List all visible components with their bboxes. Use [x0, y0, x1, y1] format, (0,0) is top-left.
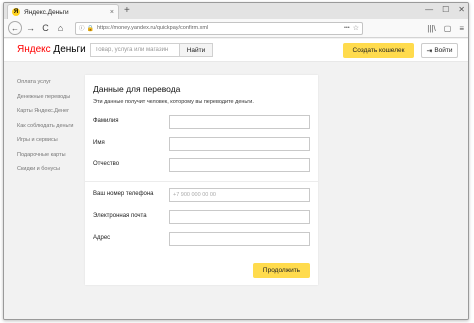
- search-button[interactable]: Найти: [179, 44, 212, 56]
- first-name-label: Имя: [93, 140, 105, 146]
- tab-close-icon[interactable]: ×: [110, 9, 114, 16]
- sidebar-icon[interactable]: ▢: [444, 24, 452, 33]
- create-wallet-button[interactable]: Создать кошелек: [343, 43, 414, 58]
- library-icon[interactable]: |||\: [427, 24, 435, 33]
- email-field[interactable]: [169, 210, 310, 224]
- last-name-row: Фамилия: [93, 115, 310, 129]
- address-row: Адрес: [93, 232, 310, 246]
- menu-icon[interactable]: ≡: [459, 24, 464, 33]
- login-label: Войти: [434, 47, 453, 54]
- page-content: Яндекс Деньги Найти Создать кошелек ⇥ Во…: [4, 39, 468, 319]
- login-icon: ⇥: [426, 47, 433, 55]
- login-button[interactable]: ⇥ Войти: [421, 43, 458, 58]
- continue-button[interactable]: Продолжить: [253, 263, 310, 278]
- first-name-row: Имя: [93, 137, 310, 151]
- new-tab-button[interactable]: +: [124, 4, 130, 18]
- url-text[interactable]: https://money.yandex.ru/quickpay/confirm…: [97, 25, 341, 31]
- form-subtitle: Эти данные получит человек, которому вы …: [93, 99, 254, 105]
- patronymic-label: Отчество: [93, 161, 120, 167]
- sidebar-item-discounts[interactable]: Скидки и бонусы: [17, 162, 87, 177]
- sidebar-item-saving[interactable]: Как соблюдать деньги: [17, 119, 87, 134]
- address-field[interactable]: [169, 232, 310, 246]
- tab-title: Яндекс.Деньги: [24, 8, 69, 16]
- phone-row: Ваш номер телефона: [93, 188, 310, 202]
- email-row: Электронная почта: [93, 210, 310, 224]
- site-header: Яндекс Деньги Найти Создать кошелек ⇥ Во…: [4, 39, 468, 62]
- toolbar-icons: |||\ ▢ ≡: [427, 24, 464, 33]
- reload-icon[interactable]: C: [39, 22, 52, 35]
- minimize-icon[interactable]: —: [425, 5, 433, 14]
- last-name-label: Фамилия: [93, 118, 119, 124]
- sidebar-item-transfers[interactable]: Денежные переводы: [17, 90, 87, 105]
- yandex-money-logo[interactable]: Яндекс Деньги: [17, 44, 86, 55]
- address-label: Адрес: [93, 235, 111, 241]
- email-label: Электронная почта: [93, 213, 147, 219]
- tab-yandex-money[interactable]: Я Яндекс.Деньги ×: [7, 4, 119, 19]
- yandex-favicon-icon: Я: [12, 8, 20, 16]
- address-bar[interactable]: ⓘ 🔒 https://money.yandex.ru/quickpay/con…: [75, 21, 363, 35]
- sidebar-item-services[interactable]: Оплата услуг: [17, 75, 87, 90]
- forward-arrow-icon[interactable]: →: [24, 22, 37, 35]
- sidebar-nav: Оплата услуг Денежные переводы Карты Янд…: [17, 75, 87, 177]
- sidebar-item-gift-cards[interactable]: Подарочные карты: [17, 148, 87, 163]
- last-name-field[interactable]: [169, 115, 310, 129]
- patronymic-row: Отчество: [93, 158, 310, 172]
- tab-strip: Я Яндекс.Деньги × + — ☐ ✕: [4, 3, 468, 19]
- phone-label: Ваш номер телефона: [93, 191, 154, 197]
- navigation-bar: ← → C ⌂ ⓘ 🔒 https://money.yandex.ru/quic…: [4, 19, 468, 38]
- form-divider: [85, 181, 318, 182]
- phone-field[interactable]: [169, 188, 310, 202]
- lock-icon: 🔒: [86, 25, 94, 32]
- close-window-icon[interactable]: ✕: [458, 5, 465, 14]
- sidebar-item-games[interactable]: Игры и сервисы: [17, 133, 87, 148]
- first-name-field[interactable]: [169, 137, 310, 151]
- window-controls: — ☐ ✕: [425, 5, 465, 14]
- home-icon[interactable]: ⌂: [54, 22, 67, 35]
- transfer-form-card: Данные для перевода Эти данные получит ч…: [85, 75, 318, 285]
- bookmark-star-icon[interactable]: ☆: [353, 24, 359, 32]
- back-arrow-icon[interactable]: ←: [8, 21, 22, 35]
- search-input[interactable]: [91, 44, 179, 56]
- form-title: Данные для перевода: [93, 84, 181, 94]
- page-actions-icon[interactable]: •••: [344, 25, 350, 31]
- patronymic-field[interactable]: [169, 158, 310, 172]
- site-search: Найти: [90, 43, 213, 57]
- browser-window: Я Яндекс.Деньги × + — ☐ ✕ ← → C ⌂ ⓘ 🔒 ht…: [3, 2, 469, 320]
- sidebar-item-cards[interactable]: Карты Яндекс.Денег: [17, 104, 87, 119]
- maximize-icon[interactable]: ☐: [442, 5, 449, 14]
- info-icon[interactable]: ⓘ: [79, 24, 85, 32]
